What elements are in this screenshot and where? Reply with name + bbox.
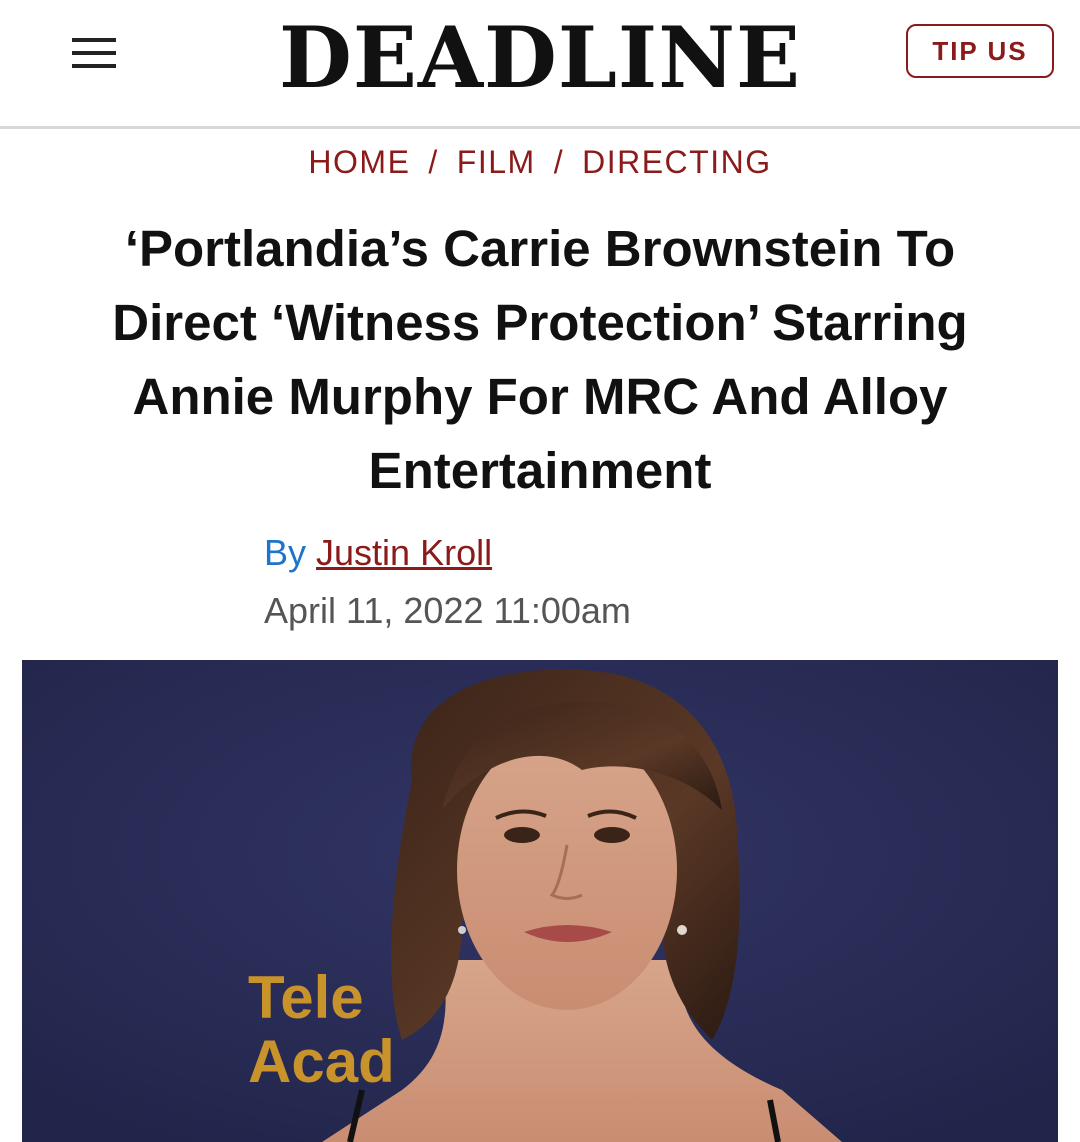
breadcrumb-separator: / [428, 144, 439, 180]
breadcrumb-separator: / [553, 144, 565, 180]
breadcrumb-home[interactable]: HOME [308, 144, 410, 180]
breadcrumb-directing[interactable]: DIRECTING [582, 144, 772, 180]
byline: By Justin Kroll [264, 532, 492, 574]
article-title: ‘Portlandia’s Carrie Brownstein To Direc… [40, 212, 1040, 508]
breadcrumb: HOME / FILM / DIRECTING [0, 144, 1080, 181]
article-hero-photo: Tele Acad [22, 660, 1058, 1142]
backdrop-logo-line1: Tele [248, 964, 364, 1031]
article-title-line: Entertainment [368, 442, 712, 499]
site-header: DEADLINE TIP US [0, 0, 1080, 129]
backdrop-logo-line2: Acad [248, 1028, 395, 1095]
article-title-line: ‘Portlandia’s Carrie Brownstein To [124, 220, 956, 277]
breadcrumb-film[interactable]: FILM [457, 144, 536, 180]
portrait-illustration: Tele Acad [22, 660, 1058, 1142]
article-title-line: Direct ‘Witness Protection’ Starring [112, 294, 968, 351]
tip-us-button[interactable]: TIP US [906, 24, 1054, 78]
by-label: By [264, 532, 307, 573]
publish-date: April 11, 2022 11:00am [264, 590, 631, 631]
article-title-line: Annie Murphy For MRC And Alloy [132, 368, 948, 425]
author-link[interactable]: Justin Kroll [316, 532, 492, 573]
